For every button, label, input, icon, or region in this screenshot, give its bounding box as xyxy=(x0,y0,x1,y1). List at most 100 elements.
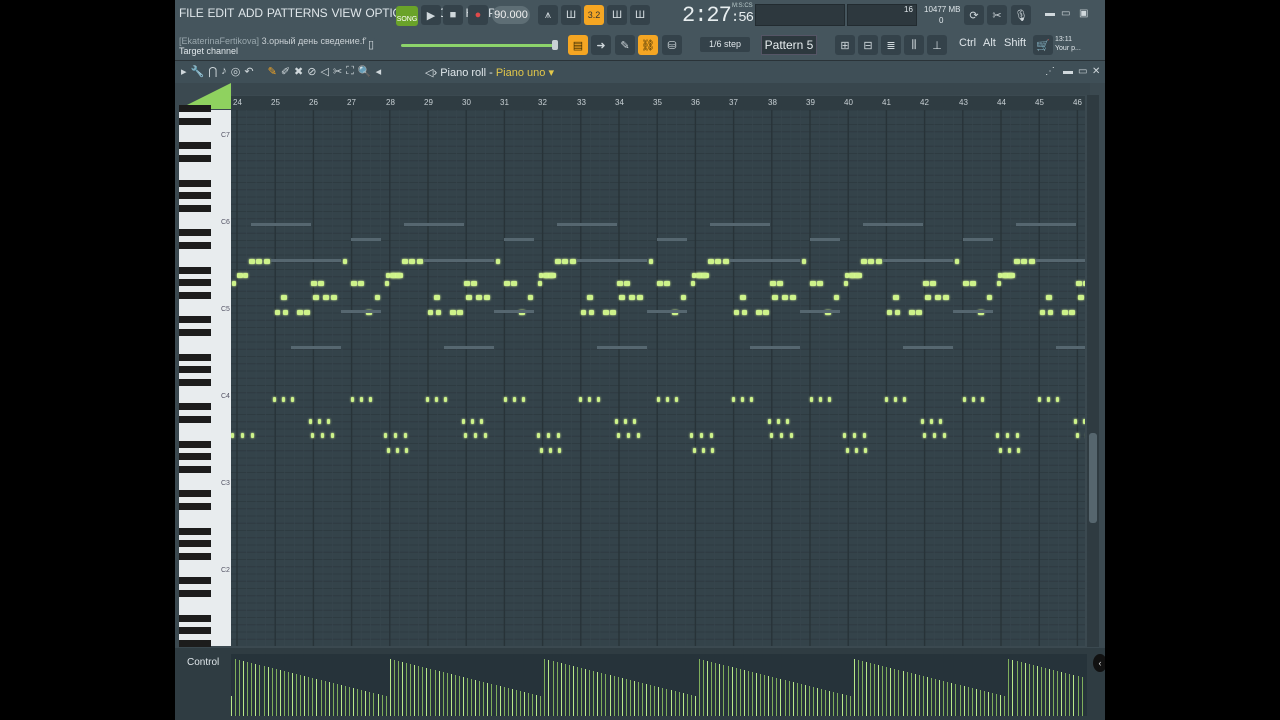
note[interactable] xyxy=(318,419,321,424)
note[interactable] xyxy=(474,433,477,438)
alt-key[interactable]: Alt xyxy=(983,37,996,49)
velocity-bar[interactable] xyxy=(605,674,607,716)
velocity-bar[interactable] xyxy=(560,663,562,716)
velocity-bar[interactable] xyxy=(283,671,285,716)
black-key[interactable] xyxy=(179,627,211,634)
note[interactable] xyxy=(887,310,892,315)
note[interactable] xyxy=(480,419,483,424)
note[interactable] xyxy=(700,433,703,438)
velocity-bar[interactable] xyxy=(344,686,346,716)
note[interactable] xyxy=(1006,433,1009,438)
note[interactable] xyxy=(1021,259,1027,264)
velocity-bar[interactable] xyxy=(943,681,945,716)
velocity-bar[interactable] xyxy=(817,688,819,716)
velocity-bar[interactable] xyxy=(951,683,953,716)
velocity-bar[interactable] xyxy=(357,689,359,716)
note[interactable] xyxy=(232,281,236,286)
velocity-bar[interactable] xyxy=(503,687,505,716)
velocity-bar[interactable] xyxy=(784,680,786,716)
velocity-bar[interactable] xyxy=(401,662,403,716)
velocity-bar[interactable] xyxy=(914,674,916,716)
note[interactable] xyxy=(251,433,254,438)
note-icon[interactable]: ♪ xyxy=(221,65,227,78)
velocity-bar[interactable] xyxy=(886,667,888,716)
note[interactable] xyxy=(528,295,533,300)
velocity-bar[interactable] xyxy=(450,674,452,716)
magnet-icon[interactable]: ⋂ xyxy=(208,65,217,78)
note[interactable] xyxy=(933,433,936,438)
note[interactable] xyxy=(1008,273,1013,278)
note[interactable] xyxy=(710,433,713,438)
note[interactable] xyxy=(537,433,540,438)
note[interactable] xyxy=(504,281,510,286)
note[interactable] xyxy=(275,310,280,315)
play-icon[interactable]: ▶ xyxy=(421,5,441,25)
velocity-bar[interactable] xyxy=(353,688,355,716)
velocity-bar[interactable] xyxy=(507,688,509,716)
velocity-bar[interactable] xyxy=(633,681,635,716)
velocity-bar[interactable] xyxy=(918,675,920,716)
velocity-bar[interactable] xyxy=(511,689,513,716)
velocity-bar[interactable] xyxy=(462,677,464,716)
note[interactable] xyxy=(360,397,363,402)
note-grid[interactable] xyxy=(231,110,1085,646)
menu-patterns[interactable]: PATTERNS xyxy=(267,6,328,20)
note[interactable] xyxy=(484,295,490,300)
shift-key[interactable]: Shift xyxy=(1004,37,1026,49)
note[interactable] xyxy=(513,397,516,402)
velocity-bar[interactable] xyxy=(694,696,696,716)
velocity-bar[interactable] xyxy=(316,679,318,716)
velocity-bar[interactable] xyxy=(524,692,526,716)
note[interactable] xyxy=(555,259,561,264)
draw-pencil-icon[interactable]: ✎ xyxy=(268,65,277,78)
note[interactable] xyxy=(943,433,946,438)
target-icon[interactable]: ◎ xyxy=(231,65,241,78)
velocity-bar[interactable] xyxy=(255,664,257,716)
note[interactable] xyxy=(385,281,389,286)
velocity-bar[interactable] xyxy=(821,689,823,716)
velocity-bar[interactable] xyxy=(613,676,615,716)
note[interactable] xyxy=(404,433,407,438)
note[interactable] xyxy=(893,295,899,300)
velocity-bar[interactable] xyxy=(874,664,876,716)
song-mode-toggle[interactable]: SONG xyxy=(396,6,418,26)
mixer-icon[interactable]: ⫼ xyxy=(904,35,924,55)
velocity-bar[interactable] xyxy=(813,687,814,716)
snap-step-selector[interactable]: 1/6 step xyxy=(700,37,750,52)
note[interactable] xyxy=(358,281,364,286)
vertical-scroll-thumb[interactable] xyxy=(1089,433,1097,523)
note[interactable] xyxy=(588,397,591,402)
pencil-icon[interactable]: ✎ xyxy=(615,35,635,55)
velocity-bar[interactable] xyxy=(658,687,660,716)
note[interactable] xyxy=(741,397,744,402)
velocity-bar[interactable] xyxy=(898,670,900,716)
velocity-bar[interactable] xyxy=(910,673,912,716)
control-label[interactable]: Control xyxy=(187,657,219,668)
note[interactable] xyxy=(1076,281,1082,286)
velocity-bar[interactable] xyxy=(979,690,981,716)
note[interactable] xyxy=(1040,310,1045,315)
note[interactable] xyxy=(394,433,397,438)
black-key[interactable] xyxy=(179,229,211,236)
slip-icon[interactable]: ◁ xyxy=(320,65,328,78)
loop-record-icon[interactable]: Ш xyxy=(630,5,650,25)
note[interactable] xyxy=(894,397,897,402)
note[interactable] xyxy=(281,295,287,300)
note[interactable] xyxy=(402,259,408,264)
note[interactable] xyxy=(780,433,783,438)
black-key[interactable] xyxy=(179,615,211,622)
velocity-bar[interactable] xyxy=(287,672,289,716)
note[interactable] xyxy=(396,448,399,453)
velocity-bar[interactable] xyxy=(271,668,273,716)
black-key[interactable] xyxy=(179,205,211,212)
velocity-bar[interactable] xyxy=(381,695,383,716)
velocity-bar[interactable] xyxy=(410,664,412,716)
black-key[interactable] xyxy=(179,279,211,286)
note[interactable] xyxy=(603,310,609,315)
note[interactable] xyxy=(1017,448,1020,453)
note[interactable] xyxy=(387,448,390,453)
note[interactable] xyxy=(538,281,542,286)
note[interactable] xyxy=(649,259,653,264)
velocity-bar[interactable] xyxy=(751,672,753,716)
velocity-bar[interactable] xyxy=(650,685,652,716)
